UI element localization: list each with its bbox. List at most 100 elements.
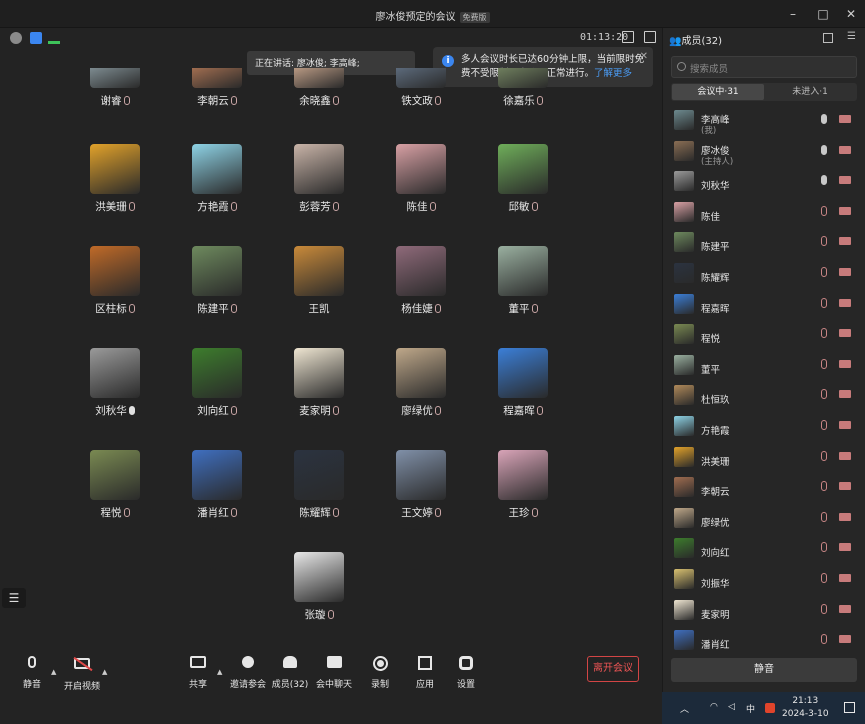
fullscreen-icon[interactable] [622, 31, 634, 43]
member-row[interactable]: 洪美珊 [663, 445, 865, 475]
participant-tile[interactable]: 彭蓉芳 [279, 144, 359, 234]
tab-not-joined[interactable]: 未进入·1 [764, 84, 856, 100]
participant-tile[interactable]: 王凯 [279, 246, 359, 336]
ime-indicator[interactable]: 中 [746, 702, 755, 715]
microphone-muted-icon[interactable] [821, 358, 827, 369]
close-icon[interactable]: ✕ [640, 50, 648, 64]
member-row[interactable]: 麦家明 [663, 598, 865, 628]
list-menu-icon[interactable]: ☰ [2, 588, 26, 608]
camera-off-icon[interactable] [839, 298, 851, 307]
participant-tile[interactable]: 陈建平 [177, 246, 257, 336]
member-row[interactable]: 刘振华 [663, 567, 865, 597]
member-row[interactable]: 刘秋华 [663, 169, 865, 199]
record-button[interactable]: 录制 [358, 656, 402, 690]
volume-icon[interactable]: ◁ [728, 702, 735, 712]
microphone-muted-icon[interactable] [821, 542, 827, 553]
camera-off-icon[interactable] [839, 145, 851, 154]
member-search-input[interactable]: 搜索成员 [671, 56, 857, 78]
microphone-icon[interactable] [821, 175, 827, 186]
share-options-icon[interactable]: ▲ [217, 668, 222, 676]
camera-off-icon[interactable] [839, 359, 851, 368]
participant-tile[interactable]: 杨佳婕 [381, 246, 461, 336]
microphone-muted-icon[interactable] [821, 511, 827, 522]
camera-off-icon[interactable] [839, 268, 851, 276]
camera-off-icon[interactable] [839, 237, 851, 246]
member-row[interactable]: 刘向红 [663, 536, 865, 566]
microphone-muted-icon[interactable] [821, 481, 827, 492]
share-button[interactable]: 共享 [176, 656, 220, 690]
member-row[interactable]: 潘肖红 [663, 628, 865, 658]
settings-button[interactable]: 设置 [444, 656, 488, 690]
participant-tile[interactable]: 程悦 [75, 450, 155, 540]
member-row[interactable]: 陈建平 [663, 230, 865, 260]
microphone-muted-icon[interactable] [821, 236, 827, 247]
microphone-muted-icon[interactable] [821, 267, 827, 277]
microphone-muted-icon[interactable] [821, 297, 827, 308]
input-method-icon[interactable] [765, 703, 775, 713]
microphone-muted-icon[interactable] [821, 603, 827, 614]
close-icon[interactable]: ✕ [843, 6, 859, 22]
participant-tile[interactable]: 刘向红 [177, 348, 257, 438]
member-row[interactable]: 李朝云 [663, 475, 865, 505]
start-video-button[interactable]: 开启视频 [60, 656, 104, 692]
participant-tile[interactable]: 陈佳 [381, 144, 461, 234]
participant-tile[interactable]: 陈耀辉 [279, 450, 359, 540]
members-button[interactable]: 成员(32) [268, 656, 312, 690]
camera-off-icon[interactable] [839, 512, 851, 521]
participant-tile[interactable]: 潘肖红 [177, 450, 257, 540]
participant-tile[interactable]: 董平 [483, 246, 563, 336]
popout-icon[interactable] [823, 33, 833, 43]
participant-tile[interactable]: 张璇 [279, 552, 359, 642]
leave-meeting-button[interactable]: 离开会议 [587, 656, 639, 682]
notification-icon[interactable] [844, 702, 855, 713]
camera-off-icon[interactable] [839, 451, 851, 460]
wifi-icon[interactable]: ◠ [710, 702, 718, 712]
camera-off-icon[interactable] [839, 176, 851, 185]
participant-tile[interactable]: 刘秋华 [75, 348, 155, 438]
learn-more-link[interactable]: 了解更多 [594, 68, 632, 79]
info-icon[interactable] [10, 32, 22, 44]
camera-off-icon[interactable] [839, 390, 851, 399]
microphone-muted-icon[interactable] [821, 389, 827, 400]
camera-off-icon[interactable] [839, 206, 851, 215]
signal-icon[interactable] [48, 32, 60, 44]
camera-off-icon[interactable] [839, 421, 851, 429]
mute-button[interactable]: 静音 [10, 656, 54, 690]
member-row[interactable]: 杜恒玖 [663, 383, 865, 413]
chevron-up-icon[interactable]: ︿ [680, 702, 689, 715]
camera-off-icon[interactable] [839, 482, 851, 491]
mute-all-button[interactable]: 静音 [671, 658, 857, 682]
microphone-icon[interactable] [821, 114, 827, 124]
camera-off-icon[interactable] [839, 115, 851, 123]
microphone-muted-icon[interactable] [821, 205, 827, 216]
camera-off-icon[interactable] [839, 574, 851, 582]
member-row[interactable]: 方艳霞 [663, 414, 865, 444]
video-options-icon[interactable]: ▲ [102, 668, 107, 676]
camera-off-icon[interactable] [839, 635, 851, 644]
member-row[interactable]: 陈耀辉 [663, 261, 865, 291]
participant-tile[interactable]: 方艳霞 [177, 144, 257, 234]
participant-tile[interactable]: 王珍 [483, 450, 563, 540]
camera-off-icon[interactable] [839, 329, 851, 338]
member-row[interactable]: 程嘉晖 [663, 292, 865, 322]
minimize-icon[interactable]: – [785, 6, 801, 22]
invite-button[interactable]: 邀请参会 [226, 656, 270, 690]
apps-button[interactable]: 应用 [403, 656, 447, 690]
member-row[interactable]: 程悦 [663, 322, 865, 352]
participant-tile[interactable]: 麦家明 [279, 348, 359, 438]
participant-tile[interactable]: 王文婷 [381, 450, 461, 540]
camera-off-icon[interactable] [839, 604, 851, 613]
microphone-muted-icon[interactable] [821, 573, 827, 583]
microphone-muted-icon[interactable] [821, 634, 827, 645]
member-row[interactable]: 廖冰俊 (主持人) [663, 139, 865, 169]
microphone-muted-icon[interactable] [821, 420, 827, 430]
participant-tile[interactable]: 廖绿优 [381, 348, 461, 438]
layout-icon[interactable] [644, 31, 656, 43]
member-row[interactable]: 陈佳 [663, 200, 865, 230]
mute-options-icon[interactable]: ▲ [51, 668, 56, 676]
panel-menu-icon[interactable]: ☰ [847, 31, 856, 42]
microphone-icon[interactable] [821, 144, 827, 155]
participant-tile[interactable]: 区柱标 [75, 246, 155, 336]
maximize-icon[interactable]: □ [815, 6, 831, 22]
camera-off-icon[interactable] [839, 543, 851, 552]
